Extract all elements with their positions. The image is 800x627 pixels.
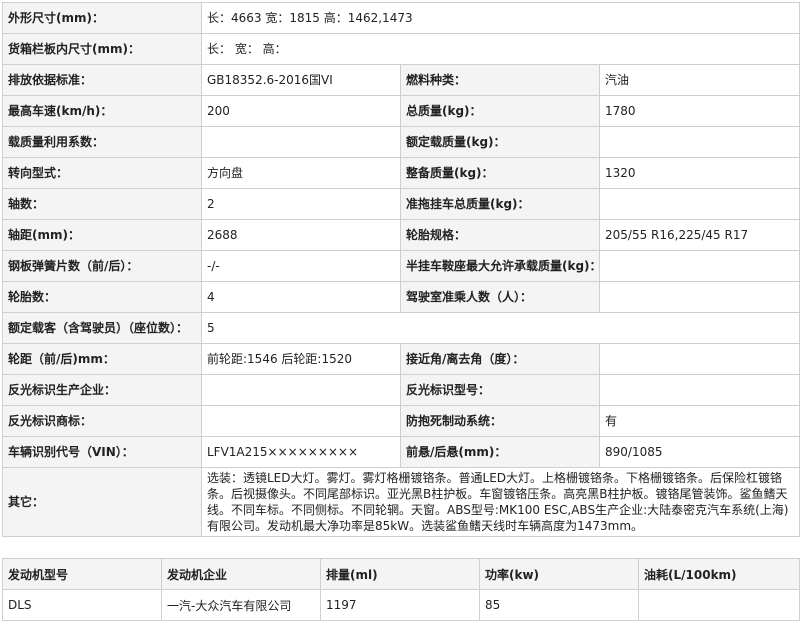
spec-row: 外形尺寸(mm)： 长：4663 宽：1815 高：1462,1473	[2, 2, 800, 34]
engine-cell: 一汽-大众汽车有限公司	[161, 589, 321, 621]
spec-label: 货箱栏板内尺寸(mm)：	[2, 33, 202, 65]
spec-label: 驾驶室准乘人数（人）：	[400, 281, 600, 313]
spec-label: 准拖挂车总质量(kg)：	[400, 188, 600, 220]
spec-row: 排放依据标准： GB18352.6-2016国VI 燃料种类： 汽油	[2, 64, 800, 96]
spec-row: 车辆识别代号（VIN）： LFV1A215××××××××× 前悬/后悬(mm)： 8…	[2, 436, 800, 468]
spec-label: 总质量(kg)：	[400, 95, 600, 127]
spec-value	[599, 250, 800, 282]
spec-value	[599, 126, 800, 158]
spec-label: 反光标识商标：	[2, 405, 202, 437]
spec-value: 1320	[599, 157, 800, 189]
engine-cell: 85	[479, 589, 639, 621]
spec-label: 钢板弹簧片数（前/后）：	[2, 250, 202, 282]
spec-label: 转向型式：	[2, 157, 202, 189]
spec-label: 反光标识生产企业：	[2, 374, 202, 406]
spec-label: 排放依据标准：	[2, 64, 202, 96]
spec-label: 轴数：	[2, 188, 202, 220]
spec-value: 有	[599, 405, 800, 437]
spec-label: 轮胎数：	[2, 281, 202, 313]
spec-label: 轴距(mm)：	[2, 219, 202, 251]
spec-value: GB18352.6-2016国VI	[201, 64, 401, 96]
spec-value: 前轮距:1546 后轮距:1520	[201, 343, 401, 375]
engine-cell: 1197	[320, 589, 480, 621]
spec-label: 接近角/离去角（度）：	[400, 343, 600, 375]
spec-label: 额定载客（含驾驶员）（座位数）：	[2, 312, 202, 344]
engine-header-row: 发动机型号 发动机企业 排量(ml) 功率(kw) 油耗(L/100km)	[2, 558, 800, 590]
spec-value: 4	[201, 281, 401, 313]
spec-label: 车辆识别代号（VIN）：	[2, 436, 202, 468]
spec-value: 汽油	[599, 64, 800, 96]
spec-label: 反光标识型号：	[400, 374, 600, 406]
spec-row: 钢板弹簧片数（前/后）： -/- 半挂车鞍座最大允许承载质量(kg)：	[2, 250, 800, 282]
spec-value: 方向盘	[201, 157, 401, 189]
spec-value: 205/55 R16,225/45 R17	[599, 219, 800, 251]
spec-value	[201, 126, 401, 158]
spec-label: 半挂车鞍座最大允许承载质量(kg)：	[400, 250, 600, 282]
engine-column-header: 功率(kw)	[479, 558, 639, 590]
spec-row: 转向型式： 方向盘 整备质量(kg)： 1320	[2, 157, 800, 189]
spec-row: 额定载客（含驾驶员）（座位数）： 5	[2, 312, 800, 344]
engine-cell: DLS	[2, 589, 162, 621]
spec-value: 200	[201, 95, 401, 127]
spec-value: 长：4663 宽：1815 高：1462,1473	[201, 2, 800, 34]
spec-label: 外形尺寸(mm)：	[2, 2, 202, 34]
spec-value: 长： 宽： 高：	[201, 33, 800, 65]
spec-value	[599, 281, 800, 313]
spec-value: 5	[201, 312, 800, 344]
spec-value: 1780	[599, 95, 800, 127]
spec-label: 载质量利用系数：	[2, 126, 202, 158]
spec-label: 燃料种类：	[400, 64, 600, 96]
engine-column-header: 排量(ml)	[320, 558, 480, 590]
spec-row: 轮距（前/后)mm： 前轮距:1546 后轮距:1520 接近角/离去角（度）：	[2, 343, 800, 375]
engine-row: DLS 一汽-大众汽车有限公司 1197 85	[2, 589, 800, 621]
spec-row: 轴距(mm)： 2688 轮胎规格： 205/55 R16,225/45 R17	[2, 219, 800, 251]
spec-row: 载质量利用系数： 额定载质量(kg)：	[2, 126, 800, 158]
spec-value	[599, 374, 800, 406]
spec-value	[201, 405, 401, 437]
spec-label: 额定载质量(kg)：	[400, 126, 600, 158]
other-notes: 选装：透镜LED大灯。雾灯。雾灯格栅镀铬条。普通LED大灯。上格栅镀铬条。下格栅…	[201, 467, 800, 537]
spec-value: -/-	[201, 250, 401, 282]
engine-column-header: 发动机企业	[161, 558, 321, 590]
engine-column-header: 油耗(L/100km)	[638, 558, 800, 590]
spec-value: 2	[201, 188, 401, 220]
spec-row: 货箱栏板内尺寸(mm)： 长： 宽： 高：	[2, 33, 800, 65]
spec-label: 前悬/后悬(mm)：	[400, 436, 600, 468]
spec-row: 最高车速(km/h)： 200 总质量(kg)： 1780	[2, 95, 800, 127]
spec-value: 890/1085	[599, 436, 800, 468]
spec-row: 其它： 选装：透镜LED大灯。雾灯。雾灯格栅镀铬条。普通LED大灯。上格栅镀铬条。…	[2, 467, 800, 537]
spec-label: 防抱死制动系统：	[400, 405, 600, 437]
spec-label: 整备质量(kg)：	[400, 157, 600, 189]
engine-cell	[638, 589, 800, 621]
spec-label: 最高车速(km/h)：	[2, 95, 202, 127]
engine-column-header: 发动机型号	[2, 558, 162, 590]
spec-row: 反光标识商标： 防抱死制动系统：有	[2, 405, 800, 437]
spec-value	[599, 343, 800, 375]
vehicle-spec-page: 外形尺寸(mm)： 长：4663 宽：1815 高：1462,1473 货箱栏板内尺…	[0, 0, 800, 627]
spec-value: LFV1A215×××××××××	[201, 436, 401, 468]
spec-row: 轴数： 2 准拖挂车总质量(kg)：	[2, 188, 800, 220]
spec-value: 2688	[201, 219, 401, 251]
spec-row: 反光标识生产企业： 反光标识型号：	[2, 374, 800, 406]
spec-label: 其它：	[2, 467, 202, 537]
spec-value	[599, 188, 800, 220]
vehicle-spec-table: 外形尺寸(mm)： 长：4663 宽：1815 高：1462,1473 货箱栏板内尺…	[2, 2, 800, 537]
spec-value	[201, 374, 401, 406]
engine-table: 发动机型号 发动机企业 排量(ml) 功率(kw) 油耗(L/100km) DLS 一汽-大…	[2, 558, 800, 621]
spec-row: 轮胎数： 4 驾驶室准乘人数（人）：	[2, 281, 800, 313]
spec-label: 轮胎规格：	[400, 219, 600, 251]
spec-label: 轮距（前/后)mm：	[2, 343, 202, 375]
